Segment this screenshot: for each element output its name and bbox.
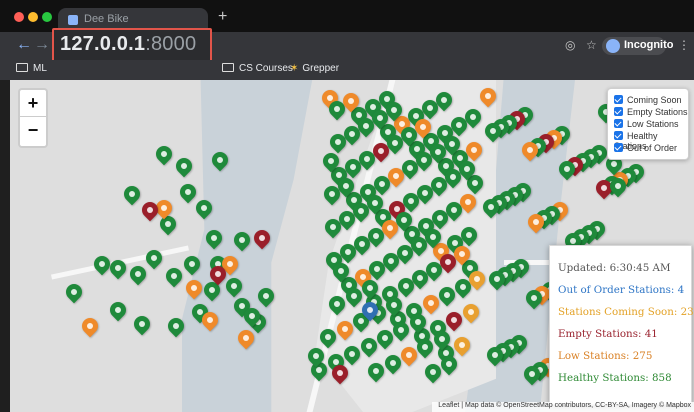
station-marker[interactable] xyxy=(130,312,154,336)
station-stats-panel: Updated: 6:30:45 AM Out of Order Station… xyxy=(549,245,694,405)
layer-low-stations[interactable]: Low Stations xyxy=(614,119,679,129)
station-marker[interactable] xyxy=(106,298,130,322)
layer-coming-soon[interactable]: Coming Soon xyxy=(614,95,682,105)
folder-icon xyxy=(16,63,28,72)
back-button[interactable]: ← xyxy=(16,36,32,54)
url-port: :8000 xyxy=(145,33,197,55)
layer-label: Coming Soon xyxy=(627,95,682,105)
coming-soon-count: Stations Coming Soon: 23 xyxy=(558,306,694,318)
layer-out-of-order[interactable]: Out of Order xyxy=(614,143,677,153)
tab-title: Dee Bike xyxy=(84,13,129,25)
bookmark-label: ML xyxy=(33,63,47,74)
checkbox-checked-icon[interactable] xyxy=(614,119,623,128)
station-marker[interactable] xyxy=(120,182,144,206)
station-marker[interactable] xyxy=(126,262,150,286)
bookmark-ml[interactable]: ML xyxy=(16,63,47,74)
out-of-order-count: Out of Order Stations: 4 xyxy=(558,284,685,296)
bookmark-cs-courses[interactable]: CS Courses xyxy=(222,63,293,74)
bookmark-label: CS Courses xyxy=(239,63,293,74)
checkbox-checked-icon[interactable] xyxy=(614,131,623,140)
maximize-window-button[interactable] xyxy=(42,12,52,22)
layer-label: Empty Stations xyxy=(627,107,688,117)
station-marker[interactable] xyxy=(152,142,176,166)
station-marker[interactable] xyxy=(162,264,186,288)
station-marker[interactable] xyxy=(176,180,200,204)
empty-stations-count: Empty Stations: 41 xyxy=(558,328,658,340)
zoom-control: + − xyxy=(18,88,48,148)
new-tab-button[interactable]: + xyxy=(218,8,227,26)
url-host: 127.0.0.1 xyxy=(60,33,146,55)
close-window-button[interactable] xyxy=(14,12,24,22)
healthy-stations-count: Healthy Stations: 858 xyxy=(558,372,672,384)
incognito-icon xyxy=(606,39,620,53)
zoom-out-button[interactable]: − xyxy=(20,117,46,143)
url-text: 127.0.0.1:8000 xyxy=(60,33,196,56)
incognito-badge[interactable]: Incognito xyxy=(602,37,674,55)
eye-slash-icon[interactable]: ◎ xyxy=(565,38,575,52)
station-marker[interactable] xyxy=(172,154,196,178)
bookmark-star-icon[interactable]: ☆ xyxy=(586,38,597,52)
checkbox-checked-icon[interactable] xyxy=(614,95,623,104)
updated-time: Updated: 6:30:45 AM xyxy=(558,262,671,274)
station-marker[interactable] xyxy=(78,314,102,338)
forward-button[interactable]: → xyxy=(34,36,50,54)
minimize-window-button[interactable] xyxy=(28,12,38,22)
favicon-icon xyxy=(68,15,78,25)
layer-empty-stations[interactable]: Empty Stations xyxy=(614,107,688,117)
layer-label: Low Stations xyxy=(627,119,679,129)
folder-icon xyxy=(222,63,234,72)
browser-menu-icon[interactable]: ⋮ xyxy=(678,38,690,52)
bookmark-grepper[interactable]: ✶ Grepper xyxy=(290,63,339,74)
checkbox-checked-icon[interactable] xyxy=(614,107,623,116)
layer-label: Out of Order xyxy=(627,143,678,153)
bookmarks-bar: ML CS Courses ✶ Grepper xyxy=(0,60,694,80)
map-attribution[interactable]: Leaflet | Map data © OpenStreetMap contr… xyxy=(432,402,694,412)
layer-control: Coming Soon Empty Stations Low Stations … xyxy=(607,88,689,160)
bookmark-label: Grepper xyxy=(302,63,340,74)
address-bar[interactable]: 127.0.0.1:8000 xyxy=(52,28,212,62)
zoom-in-button[interactable]: + xyxy=(20,90,46,116)
low-stations-count: Low Stations: 275 xyxy=(558,350,653,362)
sparkle-icon: ✶ xyxy=(290,63,299,74)
checkbox-checked-icon[interactable] xyxy=(614,143,623,152)
station-marker[interactable] xyxy=(62,280,86,304)
incognito-label: Incognito xyxy=(624,39,674,51)
browser-chrome: Dee Bike + ← → 127.0.0.1:8000 ◎ ☆ Incogn… xyxy=(0,0,694,80)
